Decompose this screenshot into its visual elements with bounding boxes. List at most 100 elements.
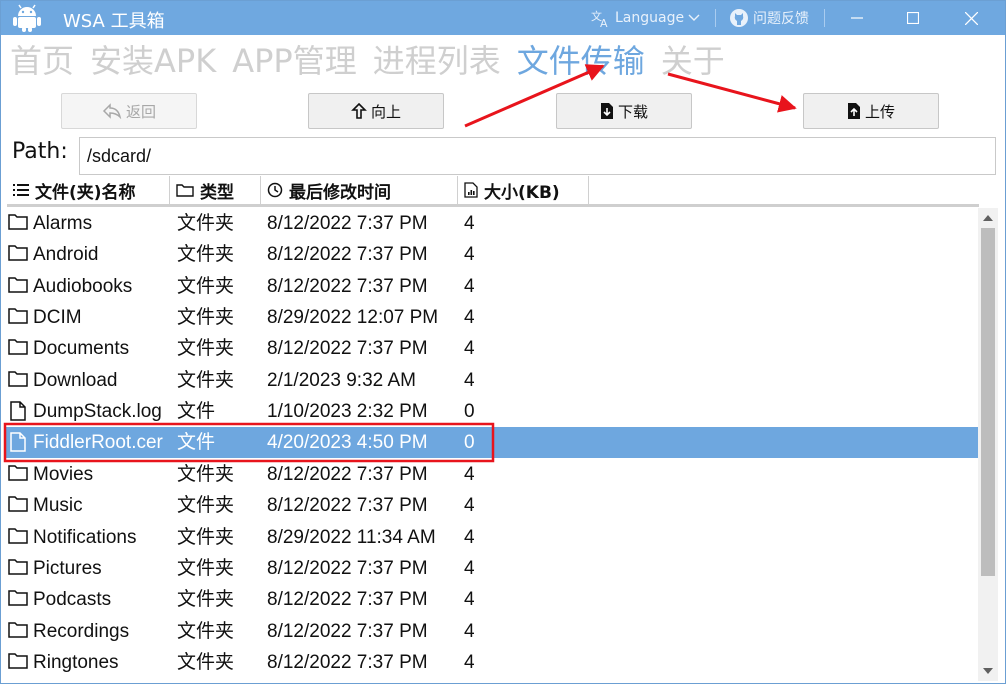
back-button[interactable]: 返回 [61,93,197,129]
tab-home[interactable]: 首页 [10,39,74,83]
scroll-up-button[interactable] [978,210,998,226]
table-row[interactable]: Android 文件夹 8/12/2022 7:37 PM 4 [5,239,978,270]
table-row[interactable]: Podcasts 文件夹 8/12/2022 7:37 PM 4 [5,584,978,615]
table-row[interactable]: DumpStack.log 文件 1/10/2023 2:32 PM 0 [5,396,978,427]
path-label: Path: [12,139,68,164]
table-row[interactable]: Movies 文件夹 8/12/2022 7:37 PM 4 [5,459,978,490]
up-button[interactable]: 向上 [308,93,444,129]
title-separator [715,9,716,27]
folder-icon [8,653,28,669]
folder-icon [8,465,28,481]
table-row[interactable]: Pictures 文件夹 8/12/2022 7:37 PM 4 [5,553,978,584]
column-header-type[interactable]: 类型 [170,176,261,204]
table-row[interactable]: Alarms 文件夹 8/12/2022 7:37 PM 4 [5,208,978,239]
path-input[interactable] [79,137,996,175]
feedback-button[interactable]: 问题反馈 [729,7,809,29]
folder-icon [8,496,28,512]
cell-name: Movies [33,463,94,485]
cell-type: 文件夹 [177,650,235,673]
tab-file-transfer[interactable]: 文件传输 [517,39,645,83]
tab-process-list[interactable]: 进程列表 [373,39,501,83]
tab-install-apk[interactable]: 安装APK [90,39,216,83]
cell-size: 4 [464,244,475,266]
folder-icon [8,371,28,387]
cell-modified: 8/29/2022 11:34 AM [267,526,436,548]
scroll-thumb[interactable] [981,228,995,576]
folder-icon [8,214,28,230]
cell-name: Audiobooks [33,275,133,297]
folder-icon [8,339,28,356]
table-row[interactable]: Audiobooks 文件夹 8/12/2022 7:37 PM 4 [5,271,978,302]
cell-type: 文件夹 [177,368,235,391]
table-row[interactable]: Music 文件夹 8/12/2022 7:37 PM 4 [5,490,978,521]
download-label: 下载 [617,102,648,121]
cell-modified: 1/10/2023 2:32 PM [267,401,428,423]
file-chart-icon [464,182,478,198]
cell-name: Download [33,369,118,391]
cell-modified: 8/12/2022 7:37 PM [267,213,428,234]
back-arrow-icon [102,103,122,119]
table-header: 文件(夹)名称 类型 最后修改时间 大小(KB) [7,176,979,204]
maximize-icon [907,12,919,24]
minimize-icon [851,17,863,19]
cell-type: 文件夹 [177,556,235,579]
language-button[interactable]: 文 A Language [591,7,700,29]
upload-button[interactable]: 上传 [803,93,939,129]
cell-type: 文件夹 [177,525,235,548]
table-row[interactable]: FiddlerRoot.cer 文件 4/20/2023 4:50 PM 0 [5,427,978,459]
cell-size: 4 [464,463,475,485]
tab-app-management[interactable]: APP管理 [232,39,357,83]
file-upload-icon [847,103,860,119]
close-icon [964,11,978,25]
scroll-up-icon [983,215,993,221]
column-header-name[interactable]: 文件(夹)名称 [7,176,170,204]
scroll-down-button[interactable] [978,663,998,679]
cell-type: 文件 [177,431,216,454]
cell-type: 文件夹 [177,212,235,234]
cell-size: 4 [464,213,475,234]
cell-size: 4 [464,495,475,517]
cell-name: Ringtones [33,651,119,673]
nav-tabs: 首页 安装APK APP管理 进程列表 文件传输 关于 [10,39,725,83]
cell-size: 4 [464,338,475,360]
column-header-modified-label: 最后修改时间 [289,182,391,203]
title-bar: WSA 工具箱 文 A Language 问题反馈 [1,1,1005,35]
cell-type: 文件夹 [177,274,235,297]
list-icon [13,184,29,196]
cell-size: 4 [464,557,475,579]
app-window: WSA 工具箱 文 A Language 问题反馈 首页 安装APK APP管理… [0,0,1006,684]
cell-modified: 8/29/2022 12:07 PM [267,307,439,329]
table-row[interactable]: Download 文件夹 2/1/2023 9:32 AM 4 [5,365,978,396]
clock-icon [267,182,283,198]
table-row[interactable]: Notifications 文件夹 8/29/2022 11:34 AM 4 [5,522,978,553]
minimize-button[interactable] [829,1,885,35]
maximize-button[interactable] [885,1,941,35]
cell-type: 文件夹 [177,306,235,329]
column-header-modified[interactable]: 最后修改时间 [261,176,458,204]
cell-name: Android [33,244,99,266]
cell-name: Podcasts [33,589,112,611]
vertical-scrollbar[interactable] [978,208,998,681]
close-button[interactable] [943,1,999,35]
file-list: Alarms 文件夹 8/12/2022 7:37 PM 4 Android 文件夹 8/1… [5,208,978,678]
svg-text:A: A [600,17,608,28]
file-icon [10,401,26,421]
column-header-size[interactable]: 大小(KB) [458,176,589,204]
cell-type: 文件夹 [177,494,235,517]
window-title: WSA 工具箱 [63,11,165,32]
tab-about[interactable]: 关于 [661,39,725,83]
cell-modified: 8/12/2022 7:37 PM [267,463,428,485]
table-row[interactable]: Recordings 文件夹 8/12/2022 7:37 PM 4 [5,616,978,647]
cell-type: 文件夹 [177,337,235,360]
cell-name: Documents [33,338,130,360]
table-row[interactable]: DCIM 文件夹 8/29/2022 12:07 PM 4 [5,302,978,333]
cell-size: 4 [464,307,475,329]
cell-modified: 8/12/2022 7:37 PM [267,244,428,266]
header-divider [7,204,979,207]
download-button[interactable]: 下载 [556,93,692,129]
file-icon [10,432,26,453]
cell-name: Pictures [33,557,102,579]
table-row[interactable]: Ringtones 文件夹 8/12/2022 7:37 PM 4 [5,647,978,678]
cell-name: Recordings [33,620,130,642]
table-row[interactable]: Documents 文件夹 8/12/2022 7:37 PM 4 [5,333,978,364]
